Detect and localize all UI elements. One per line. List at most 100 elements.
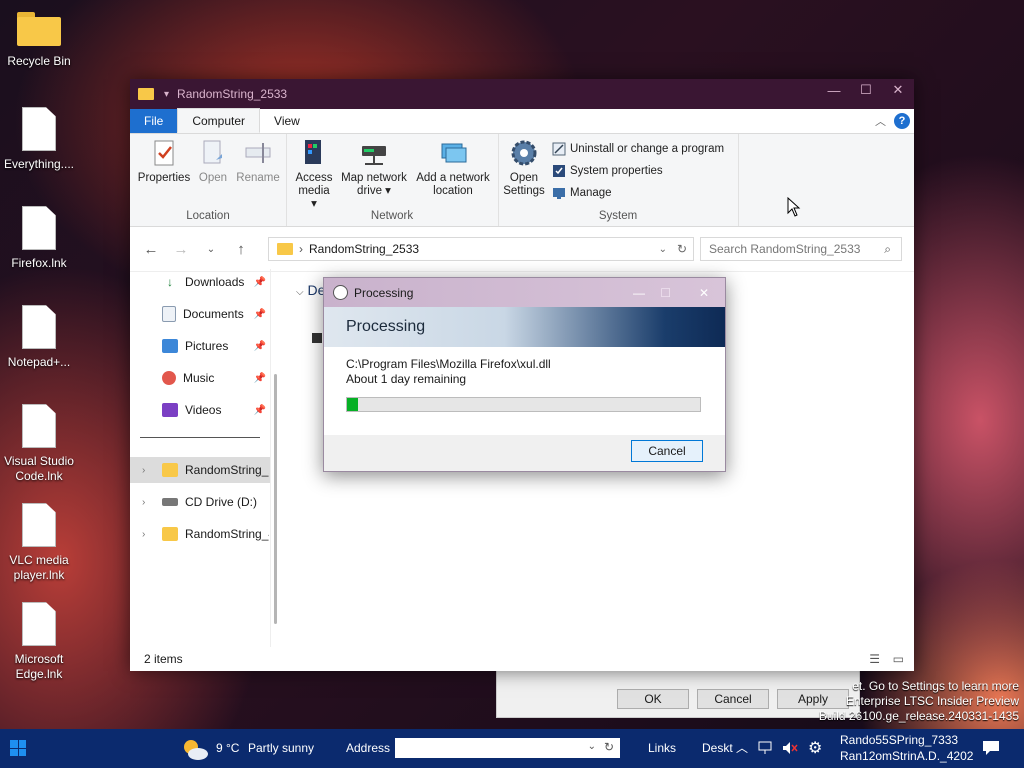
forward-icon[interactable]: →	[166, 241, 196, 258]
chevron-right-icon[interactable]: ›	[142, 465, 145, 476]
large-icons-view-icon[interactable]: ▭	[893, 652, 904, 666]
address-dropdown-icon[interactable]: ⌄	[659, 244, 667, 255]
open-icon	[198, 138, 228, 168]
show-hidden-icons-icon[interactable]: ︿	[736, 739, 748, 756]
start-button-icon[interactable]	[10, 740, 26, 756]
collapse-ribbon-icon[interactable]: ︿	[875, 113, 886, 129]
back-icon[interactable]: ←	[136, 241, 166, 258]
chevron-right-icon[interactable]: ›	[142, 529, 145, 540]
cancel-button[interactable]: Cancel	[631, 440, 703, 462]
watermark-line: et. Go to Settings to learn more	[852, 679, 1019, 693]
maximize-icon[interactable]: ☐	[660, 286, 671, 300]
properties-dialog: OK Cancel Apply	[496, 670, 860, 718]
item-count: 2 items	[144, 652, 183, 666]
properties-button[interactable]: Properties	[136, 138, 192, 185]
close-icon[interactable]: ✕	[699, 286, 709, 300]
refresh-icon[interactable]: ↻	[677, 242, 687, 256]
cancel-button[interactable]: Cancel	[697, 689, 769, 709]
nav-item-downloads[interactable]: ↓ Downloads 📌	[130, 269, 270, 295]
mouse-cursor-icon	[787, 197, 801, 217]
properties-label: Properties	[137, 172, 191, 184]
gear-icon	[509, 138, 539, 168]
weather-condition[interactable]: Partly sunny	[248, 741, 314, 755]
recent-locations-icon[interactable]: ⌄	[196, 244, 226, 255]
address-toolbar-label: Address	[346, 741, 391, 755]
notifications-icon[interactable]	[982, 740, 1000, 756]
desktop-icon-label: Notepad+...	[7, 355, 71, 369]
network-group-label: Network	[370, 210, 414, 222]
nav-item-pictures[interactable]: Pictures 📌	[130, 333, 270, 359]
progress-fill	[347, 398, 358, 411]
uninstall-program-button[interactable]: Uninstall or change a program	[552, 142, 724, 156]
settings-gear-icon[interactable]: ⚙	[808, 738, 822, 758]
desktop-icon-label: Everything....	[3, 157, 75, 171]
chevron-down-icon: ⌵	[296, 287, 304, 298]
tab-file[interactable]: File	[130, 109, 178, 133]
dialog-body: C:\Program Files\Mozilla Firefox\xul.dll…	[324, 347, 725, 435]
links-toolbar[interactable]: Links	[648, 741, 676, 755]
refresh-icon[interactable]: ↻	[604, 740, 614, 754]
access-media-icon	[299, 138, 329, 168]
weather-temperature[interactable]: 9 °C	[216, 741, 239, 755]
chevron-down-icon[interactable]: ⌄	[588, 741, 596, 752]
up-icon[interactable]: ↑	[226, 241, 256, 258]
close-icon[interactable]: ✕	[882, 79, 914, 101]
maximize-icon[interactable]: ☐	[850, 79, 882, 101]
volume-muted-icon[interactable]	[782, 741, 798, 755]
desktop-icon-vlc[interactable]: VLC media player.lnk	[1, 503, 77, 583]
open-button[interactable]: Open	[194, 138, 232, 185]
nav-item-cd-drive[interactable]: › CD Drive (D:)	[130, 489, 270, 515]
manage-button[interactable]: Manage	[552, 186, 612, 200]
chevron-right-icon[interactable]: ›	[142, 497, 145, 508]
nav-item-music[interactable]: Music 📌	[130, 365, 270, 391]
desktop-icon-label: Visual Studio Code.lnk	[4, 454, 74, 483]
rename-button[interactable]: Rename	[234, 138, 282, 185]
status-bar: 2 items ☰ ▭	[130, 647, 914, 671]
desktop-icon-firefox[interactable]: Firefox.lnk	[1, 206, 77, 271]
file-icon	[22, 305, 56, 349]
desktop-icon-label: Firefox.lnk	[11, 256, 67, 270]
nav-label: Videos	[185, 403, 222, 417]
nav-item-videos[interactable]: Videos 📌	[130, 397, 270, 423]
nav-item-randomstring-4[interactable]: › RandomString_4	[130, 521, 270, 547]
dialog-title-bar[interactable]: Processing — ☐ ✕	[324, 278, 725, 307]
address-input[interactable]: › RandomString_2533 ⌄ ↻	[268, 237, 694, 261]
ok-button[interactable]: OK	[617, 689, 689, 709]
file-icon	[22, 602, 56, 646]
open-settings-button[interactable]: Open Settings	[502, 138, 546, 198]
desktop-icon-vscode[interactable]: Visual Studio Code.lnk	[1, 404, 77, 484]
quick-access-dropdown-icon[interactable]: ▾	[164, 89, 169, 100]
system-properties-button[interactable]: System properties	[552, 164, 663, 178]
nav-scrollbar[interactable]	[274, 274, 278, 634]
clock[interactable]: Rando55SPring_7333 Ran12omStrinA.D._4202	[840, 732, 973, 764]
weather-partly-sunny-icon[interactable]	[180, 738, 208, 760]
minimize-icon[interactable]: —	[818, 79, 850, 101]
help-icon[interactable]: ?	[894, 113, 910, 129]
open-settings-label: Open Settings	[503, 172, 545, 197]
tab-computer[interactable]: Computer	[177, 108, 261, 133]
desktop-toolbar[interactable]: Deskt	[702, 741, 733, 755]
add-network-location-button[interactable]: Add a network location	[412, 138, 494, 198]
network-icon[interactable]	[758, 741, 774, 755]
details-view-icon[interactable]: ☰	[869, 652, 880, 666]
title-bar[interactable]: ▾ RandomString_2533 — ☐ ✕	[130, 79, 914, 109]
network-group: Access media ▾ Map network drive ▾ Add a…	[286, 134, 499, 226]
desktop-icon-everything[interactable]: Everything....	[1, 107, 77, 172]
drive-icon[interactable]	[312, 333, 322, 343]
minimize-icon[interactable]: —	[633, 286, 645, 300]
content-group-header[interactable]: ⌵ De	[296, 282, 325, 298]
map-network-drive-button[interactable]: Map network drive ▾	[338, 138, 410, 198]
search-input[interactable]: Search RandomString_2533 ⌕	[700, 237, 902, 261]
nav-item-randomstring-2533[interactable]: › RandomString_2	[130, 457, 270, 483]
desktop-icon-label: Recycle Bin	[7, 54, 71, 68]
nav-label: Music	[183, 371, 215, 385]
address-toolbar-input[interactable]: ⌄ ↻	[395, 738, 620, 758]
tab-view[interactable]: View	[260, 109, 314, 133]
desktop-icon-notepad[interactable]: Notepad+...	[1, 305, 77, 370]
desktop-icon-recycle-bin[interactable]: Recycle Bin	[1, 12, 77, 69]
dialog-title: Processing	[354, 285, 414, 300]
access-media-button[interactable]: Access media ▾	[294, 138, 334, 211]
nav-item-documents[interactable]: Documents 📌	[130, 301, 270, 327]
desktop-icon-edge[interactable]: Microsoft Edge.lnk	[1, 602, 77, 682]
access-media-label: Access media	[295, 172, 333, 197]
